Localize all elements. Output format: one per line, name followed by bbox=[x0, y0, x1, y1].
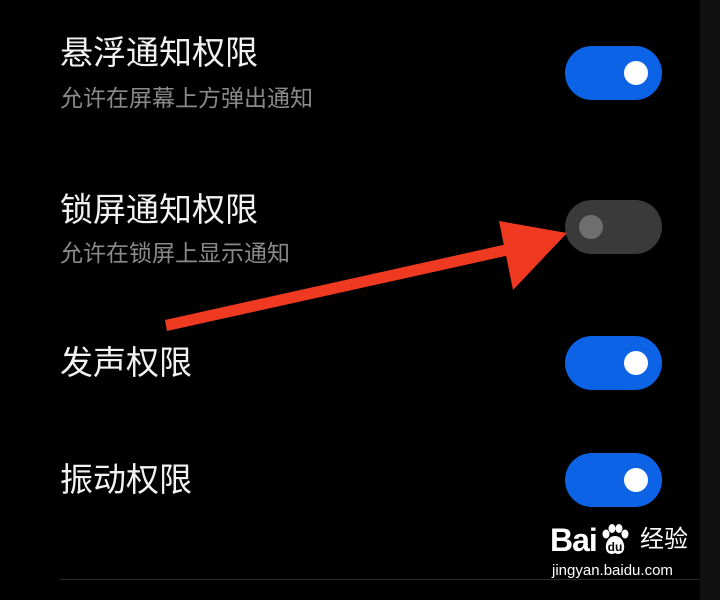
setting-title: 发声权限 bbox=[60, 343, 192, 382]
setting-subtitle: 允许在锁屏上显示通知 bbox=[60, 241, 290, 267]
vibration-toggle[interactable] bbox=[565, 453, 662, 507]
setting-row-lockscreen-notification[interactable]: 锁屏通知权限 允许在锁屏上显示通知 bbox=[0, 150, 700, 320]
setting-title: 振动权限 bbox=[60, 460, 192, 499]
watermark-url: jingyan.baidu.com bbox=[552, 562, 673, 579]
toggle-knob bbox=[624, 468, 648, 492]
setting-row-sound[interactable]: 发声权限 bbox=[0, 320, 700, 430]
watermark-jingyan-text: 经验 bbox=[640, 525, 688, 553]
floating-notification-toggle[interactable] bbox=[565, 46, 662, 100]
screen-edge bbox=[700, 0, 720, 600]
baidu-jingyan-watermark: Bai du 经验 jingyan.baidu.com bbox=[548, 520, 698, 585]
setting-row-floating-notification[interactable]: 悬浮通知权限 允许在屏幕上方弹出通知 bbox=[0, 0, 700, 150]
setting-subtitle: 允许在屏幕上方弹出通知 bbox=[60, 86, 313, 112]
setting-title: 悬浮通知权限 bbox=[60, 33, 258, 72]
toggle-knob bbox=[624, 61, 648, 85]
svg-text:du: du bbox=[608, 540, 623, 554]
watermark-logo-text: Bai bbox=[550, 522, 598, 558]
toggle-knob bbox=[624, 351, 648, 375]
paw-icon: du bbox=[602, 524, 629, 554]
setting-title: 锁屏通知权限 bbox=[60, 190, 258, 229]
toggle-knob bbox=[579, 215, 603, 239]
sound-toggle[interactable] bbox=[565, 336, 662, 390]
lockscreen-notification-toggle[interactable] bbox=[565, 200, 662, 254]
